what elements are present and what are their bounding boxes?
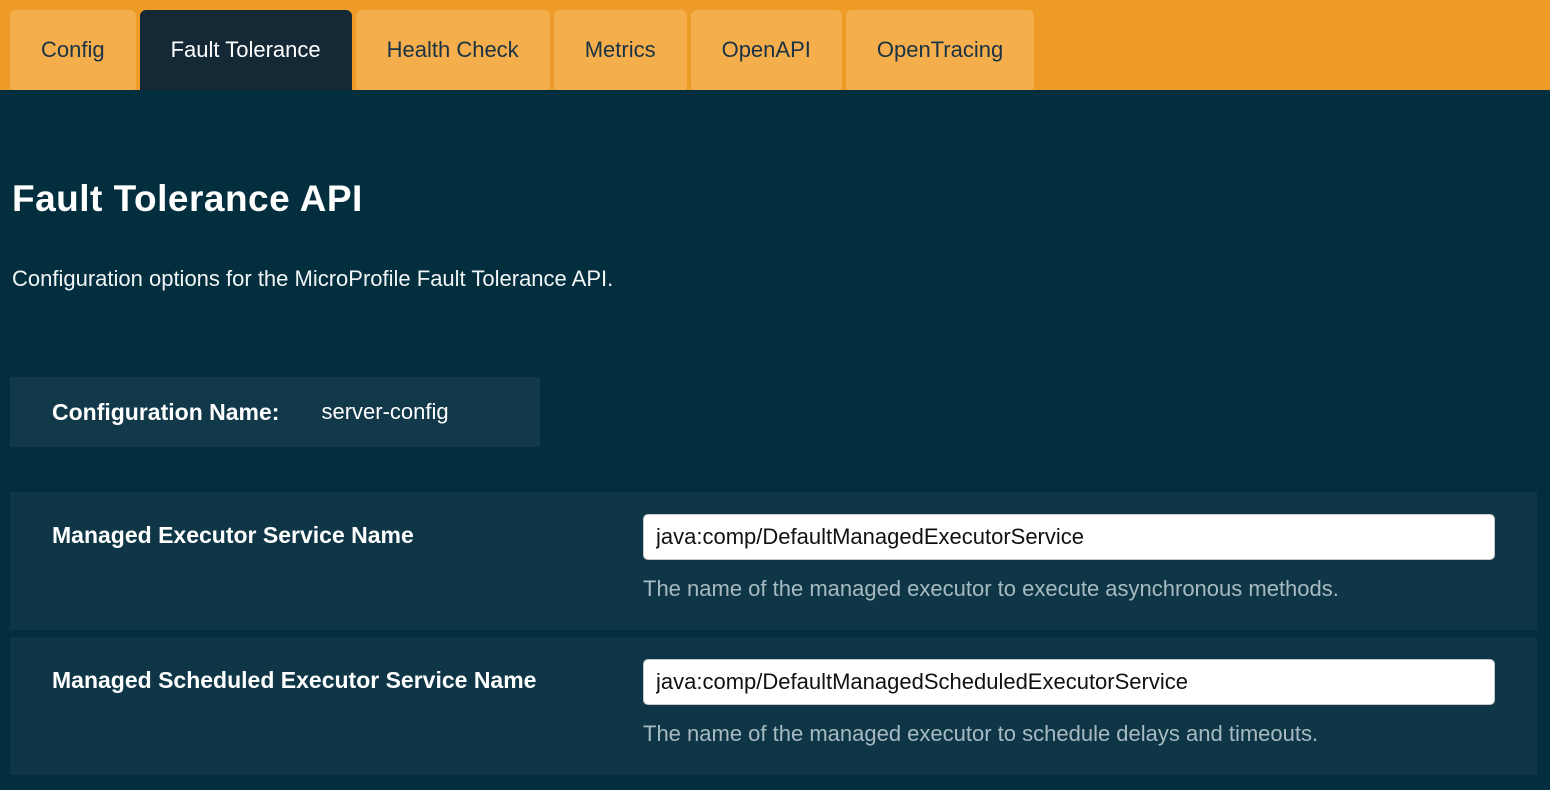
- page-subtitle: Configuration options for the MicroProfi…: [12, 266, 1550, 292]
- managed-scheduled-executor-main: The name of the managed executor to sche…: [643, 659, 1537, 755]
- tab-config[interactable]: Config: [10, 10, 136, 90]
- configuration-name-label: Configuration Name:: [52, 399, 279, 426]
- configuration-name-panel: Configuration Name: server-config: [10, 377, 540, 447]
- page-title: Fault Tolerance API: [12, 178, 1550, 220]
- tab-health-check[interactable]: Health Check: [356, 10, 550, 90]
- tab-opentracing[interactable]: OpenTracing: [846, 10, 1034, 90]
- field-row-managed-scheduled-executor: Managed Scheduled Executor Service Name …: [10, 637, 1537, 775]
- managed-executor-help: The name of the managed executor to exec…: [643, 576, 1495, 602]
- main-content: Fault Tolerance API Configuration option…: [0, 178, 1550, 775]
- tab-fault-tolerance[interactable]: Fault Tolerance: [140, 10, 352, 90]
- managed-executor-main: The name of the managed executor to exec…: [643, 514, 1537, 610]
- managed-scheduled-executor-label: Managed Scheduled Executor Service Name: [10, 659, 643, 755]
- form-rows: Managed Executor Service Name The name o…: [0, 492, 1550, 775]
- field-row-managed-executor: Managed Executor Service Name The name o…: [10, 492, 1537, 630]
- managed-scheduled-executor-input[interactable]: [643, 659, 1495, 705]
- tab-openapi[interactable]: OpenAPI: [691, 10, 842, 90]
- managed-executor-input[interactable]: [643, 514, 1495, 560]
- tab-metrics[interactable]: Metrics: [554, 10, 687, 90]
- managed-executor-label: Managed Executor Service Name: [10, 514, 643, 610]
- configuration-name-value: server-config: [321, 399, 448, 425]
- tab-bar: Config Fault Tolerance Health Check Metr…: [0, 0, 1550, 90]
- managed-scheduled-executor-help: The name of the managed executor to sche…: [643, 721, 1495, 747]
